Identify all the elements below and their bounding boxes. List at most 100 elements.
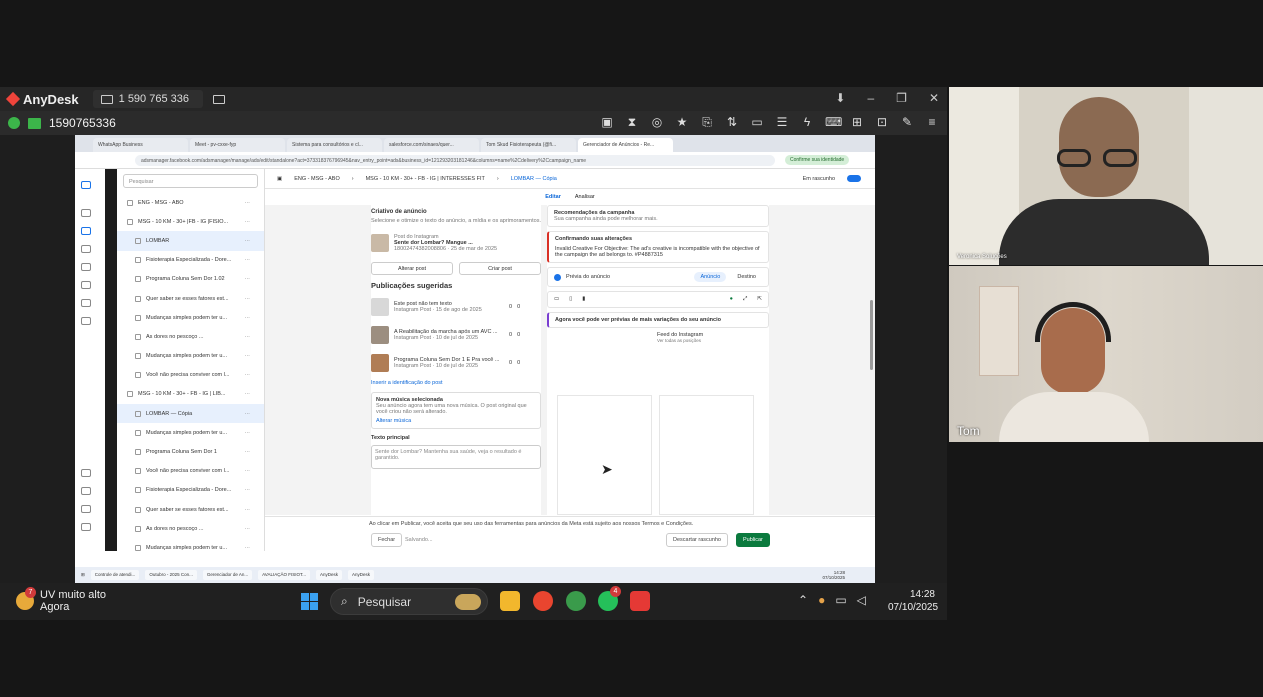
chat-icon[interactable]: ☰ — [775, 115, 789, 130]
more-icon[interactable]: ··· — [245, 200, 251, 206]
browser-tab[interactable]: salesforce.com/sinaes/quer... — [384, 138, 479, 152]
file-transfer-icon[interactable]: ⇅ — [725, 115, 739, 130]
scrollbar[interactable] — [870, 300, 873, 370]
primary-text-field[interactable]: Sente dor Lombar? Mantenha sua saúde, ve… — [371, 445, 541, 469]
close-icon[interactable]: ✕ — [929, 91, 939, 105]
help-icon[interactable] — [81, 469, 91, 477]
remote-task[interactable]: AVALIAÇÃO FISIOT... — [258, 570, 310, 580]
publish-button[interactable]: Publicar — [736, 533, 770, 547]
remote-screen[interactable]: WhatsApp Business Meet - pv-cxxe-fyp Sis… — [75, 135, 875, 583]
preview-toggle[interactable] — [554, 273, 561, 281]
tree-row[interactable]: Mudanças simples podem ter u... ··· — [117, 308, 264, 327]
panel-toggle-icon[interactable]: ▣ — [277, 176, 282, 182]
create-post-button[interactable]: Criar post — [459, 262, 541, 275]
tree-row[interactable]: MSG - 10 KM - 30+ |FB - IG |FISIO... ··· — [117, 212, 264, 231]
browser-tab[interactable]: Sistema para consultórios e cl... — [287, 138, 382, 152]
draft-toggle[interactable] — [847, 175, 861, 182]
network-icon[interactable]: ▭ — [835, 593, 846, 607]
breadcrumb-adset[interactable]: MSG - 10 KM - 30+ - FB - IG | INTERESSES… — [366, 176, 485, 182]
url-field[interactable]: adsmanager.facebook.com/adsmanager/manag… — [135, 154, 775, 166]
tree-row[interactable]: ENG - MSG - ABO ··· — [117, 193, 264, 212]
more-icon[interactable]: ··· — [245, 545, 251, 551]
minimize-icon[interactable]: – — [867, 91, 874, 105]
tree-row[interactable]: Você não precisa conviver com l... ··· — [117, 366, 264, 385]
row-checkbox[interactable] — [135, 295, 141, 302]
tree-row[interactable]: Mudanças simples podem ter u... ··· — [117, 347, 264, 366]
discard-draft-button[interactable]: Descartar rascunho — [666, 533, 728, 547]
whatsapp-icon[interactable]: 4 — [598, 586, 621, 611]
search-icon[interactable] — [81, 523, 91, 531]
more-icon[interactable]: ··· — [245, 449, 251, 455]
anydesk-session-tab[interactable]: 1 590 765 336 — [92, 90, 203, 108]
microphone-icon[interactable]: ● — [818, 593, 825, 607]
more-icon[interactable]: ··· — [245, 219, 251, 225]
permissions-icon[interactable]: ⊞ — [850, 115, 864, 130]
database-icon[interactable]: ◎ — [650, 115, 664, 130]
tree-row[interactable]: Fisioterapia Especializada - Dore... ··· — [117, 251, 264, 270]
tree-row[interactable]: LOMBAR ··· — [117, 231, 264, 251]
more-icon[interactable]: ··· — [245, 430, 251, 436]
row-checkbox[interactable] — [135, 487, 141, 494]
tree-row[interactable]: As dores no pescoço ... ··· — [117, 519, 264, 538]
more-icon[interactable]: ··· — [245, 468, 251, 474]
more-icon[interactable]: ··· — [245, 411, 251, 417]
video-tile-participant-2[interactable]: Tom — [949, 266, 1263, 442]
tree-row[interactable]: Mudanças simples podem ter u... ··· — [117, 538, 264, 557]
row-checkbox[interactable] — [135, 410, 141, 417]
tree-row[interactable]: Quer saber se esses fatores est... ··· — [117, 289, 264, 308]
more-icon[interactable]: ··· — [245, 487, 251, 493]
row-checkbox[interactable] — [135, 506, 141, 513]
menu-icon[interactable]: ≡ — [925, 115, 939, 130]
row-checkbox[interactable] — [135, 314, 141, 321]
tab-analyze[interactable]: Analisar — [575, 194, 595, 200]
restore-icon[interactable]: ❐ — [896, 91, 907, 105]
pages-icon[interactable] — [81, 245, 91, 253]
row-checkbox[interactable] — [135, 372, 141, 379]
chevron-up-icon[interactable]: ⌃ — [798, 593, 808, 607]
volume-icon[interactable]: ◁ — [857, 593, 866, 607]
chrome-icon[interactable] — [533, 591, 553, 611]
close-button[interactable]: Fechar — [371, 533, 403, 547]
start-button[interactable] — [301, 593, 318, 610]
more-icon[interactable]: ··· — [245, 257, 251, 263]
remote-task[interactable]: AnyDesk — [315, 570, 342, 580]
preview-tab-ad[interactable]: Anúncio — [694, 272, 727, 282]
selected-post[interactable]: Post do Instagram Sente dor Lombar? Mang… — [371, 230, 541, 256]
video-tile-participant-1[interactable]: Veronica Soluções — [949, 87, 1263, 265]
row-checkbox[interactable] — [135, 449, 141, 456]
people-icon[interactable] — [81, 317, 91, 325]
ads-table-icon[interactable] — [81, 227, 91, 235]
more-icon[interactable]: ··· — [245, 507, 251, 513]
remote-start-icon[interactable]: ⊞ — [81, 572, 85, 578]
more-icon[interactable]: ··· — [245, 353, 251, 359]
anydesk-taskbar-icon[interactable] — [630, 591, 650, 611]
tree-row[interactable]: Fisioterapia Especializada - Dore... ··· — [117, 481, 264, 500]
more-icon[interactable]: ··· — [245, 276, 251, 282]
identity-badge[interactable]: Confirme sua identidade — [785, 155, 850, 165]
row-checkbox[interactable] — [135, 525, 141, 532]
tree-row[interactable]: Você não precisa conviver com l... ··· — [117, 462, 264, 481]
more-icon[interactable]: ··· — [245, 296, 251, 302]
more-icon[interactable]: ··· — [245, 372, 251, 378]
audience-icon[interactable] — [81, 263, 91, 271]
display-icon[interactable]: ▭ — [750, 115, 764, 130]
browser-tab[interactable]: Tom Skud Fisioterapeuta (@fi... — [481, 138, 576, 152]
remote-task[interactable]: Gerenciador de An... — [202, 570, 253, 580]
change-music-link[interactable]: Alterar música — [376, 418, 536, 424]
desktop-preview-icon[interactable]: ▭ — [554, 296, 559, 303]
tree-row[interactable]: Programa Coluna Sem Dor 1.02 ··· — [117, 270, 264, 289]
browser-tab-active[interactable]: Gerenciador de Anúncios - Re... — [578, 138, 673, 152]
breadcrumb-ad[interactable]: LOMBAR — Cópia — [511, 176, 557, 182]
row-checkbox[interactable] — [135, 429, 141, 436]
remote-task[interactable]: AnyDesk — [348, 570, 375, 580]
more-icon[interactable]: ··· — [245, 238, 251, 244]
row-checkbox[interactable] — [135, 353, 141, 360]
recommendations-card[interactable]: Recomendações da campanha Sua campanha a… — [547, 205, 769, 227]
suggested-post[interactable]: A Reabilitação da marcha após um AVC ...… — [371, 324, 541, 346]
row-checkbox[interactable] — [127, 391, 133, 398]
row-checkbox[interactable] — [127, 218, 133, 225]
settings-icon[interactable] — [81, 487, 91, 495]
home-icon[interactable] — [81, 209, 91, 217]
taskbar-search[interactable]: ⌕ Pesquisar — [330, 588, 488, 615]
tree-row[interactable]: As dores no pescoço ... ··· — [117, 327, 264, 346]
